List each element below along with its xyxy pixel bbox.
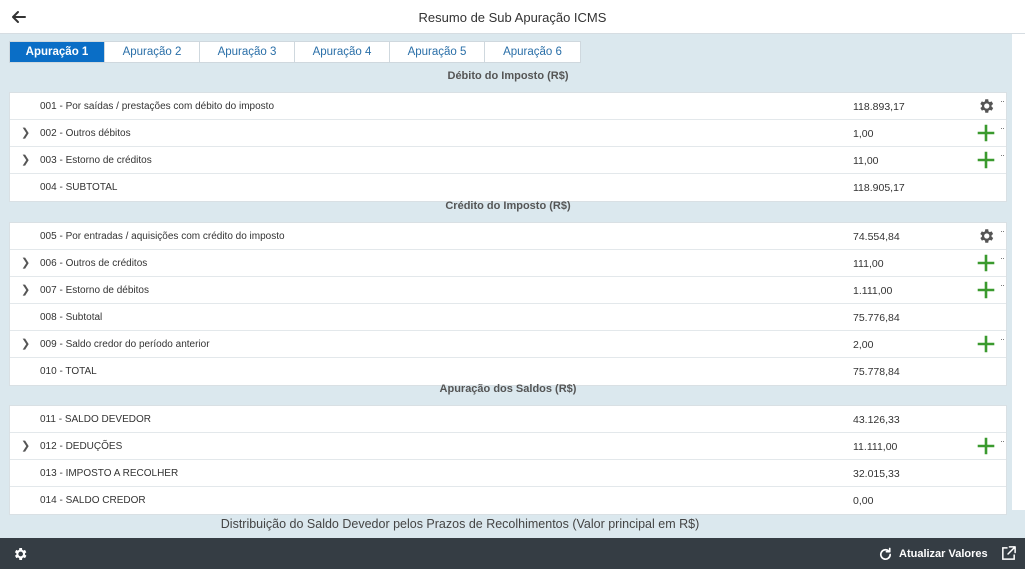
tab-apuracao-1[interactable]: Apuração 1 <box>10 42 105 62</box>
row-label: 013 - IMPOSTO A RECOLHER <box>40 468 179 479</box>
row-value: 118.905,17 <box>853 182 905 194</box>
refresh-label: Atualizar Valores <box>899 548 988 560</box>
row-value: 11,00 <box>853 155 879 167</box>
table-row: 005 - Por entradas / aquisições com créd… <box>10 223 1006 250</box>
more-options-icon[interactable]: ·· <box>1000 334 1005 344</box>
table-row[interactable]: ❯ 006 - Outros de créditos 111,00 ·· <box>10 250 1006 277</box>
table-row: 010 - TOTAL 75.778,84 <box>10 358 1006 385</box>
row-label: 010 - TOTAL <box>40 366 97 377</box>
row-value: 1,00 <box>853 128 874 140</box>
plus-icon[interactable] <box>977 151 995 169</box>
page-title: Resumo de Sub Apuração ICMS <box>418 10 607 25</box>
chevron-right-icon[interactable]: ❯ <box>21 256 30 269</box>
row-label: 005 - Por entradas / aquisições com créd… <box>40 231 285 242</box>
more-options-icon[interactable]: ·· <box>1000 150 1005 160</box>
tab-apuracao-3[interactable]: Apuração 3 <box>200 42 295 62</box>
section-title-debito: Débito do Imposto (R$) <box>447 70 569 82</box>
plus-icon[interactable] <box>977 437 995 455</box>
table-row[interactable]: ❯ 003 - Estorno de créditos 11,00 ·· <box>10 147 1006 174</box>
section-title-credito: Crédito do Imposto (R$) <box>445 200 571 212</box>
table-row[interactable]: ❯ 002 - Outros débitos 1,00 ·· <box>10 120 1006 147</box>
main-content: Apuração 1 Apuração 2 Apuração 3 Apuraçã… <box>0 34 1025 538</box>
tab-apuracao-6[interactable]: Apuração 6 <box>485 42 580 62</box>
row-value: 75.778,84 <box>853 366 900 378</box>
row-label: 012 - DEDUÇÕES <box>40 441 123 452</box>
chevron-right-icon[interactable]: ❯ <box>21 126 30 139</box>
tab-bar: Apuração 1 Apuração 2 Apuração 3 Apuraçã… <box>9 41 581 63</box>
plus-icon[interactable] <box>977 124 995 142</box>
plus-icon[interactable] <box>977 281 995 299</box>
panel-debito: 001 - Por saídas / prestações com débito… <box>9 92 1007 202</box>
row-label: 011 - SALDO DEVEDOR <box>40 414 151 425</box>
more-options-icon[interactable]: ·· <box>1000 436 1005 446</box>
row-value: 118.893,17 <box>853 101 905 113</box>
table-row[interactable]: ❯ 007 - Estorno de débitos 1.111,00 ·· <box>10 277 1006 304</box>
table-row: 011 - SALDO DEVEDOR 43.126,33 <box>10 406 1006 433</box>
row-value: 1.111,00 <box>853 285 893 297</box>
chevron-right-icon[interactable]: ❯ <box>21 153 30 166</box>
scrollbar-track[interactable] <box>1012 34 1025 510</box>
row-value: 2,00 <box>853 339 874 351</box>
table-row[interactable]: ❯ 009 - Saldo credor do período anterior 2… <box>10 331 1006 358</box>
row-label: 006 - Outros de créditos <box>40 258 148 269</box>
plus-icon[interactable] <box>977 254 995 272</box>
row-value: 32.015,33 <box>853 468 900 480</box>
plus-icon[interactable] <box>977 335 995 353</box>
table-row: 008 - Subtotal 75.776,84 <box>10 304 1006 331</box>
share-icon[interactable] <box>1000 545 1017 562</box>
row-value: 75.776,84 <box>853 312 900 324</box>
table-row[interactable]: ❯ 012 - DEDUÇÕES 11.111,00 ·· <box>10 433 1006 460</box>
row-label: 008 - Subtotal <box>40 312 103 323</box>
more-options-icon[interactable]: ·· <box>1000 123 1005 133</box>
panel-credito: 005 - Por entradas / aquisições com créd… <box>9 222 1007 386</box>
row-label: 009 - Saldo credor do período anterior <box>40 339 210 350</box>
gear-icon[interactable] <box>977 97 995 115</box>
refresh-icon <box>880 547 892 560</box>
tab-apuracao-5[interactable]: Apuração 5 <box>390 42 485 62</box>
gear-icon[interactable] <box>977 227 995 245</box>
chevron-right-icon[interactable]: ❯ <box>21 337 30 350</box>
chevron-right-icon[interactable]: ❯ <box>21 283 30 296</box>
row-label: 003 - Estorno de créditos <box>40 155 152 166</box>
page-header: Resumo de Sub Apuração ICMS <box>0 0 1025 34</box>
more-options-icon[interactable]: ·· <box>1000 280 1005 290</box>
row-value: 74.554,84 <box>853 231 900 243</box>
gear-icon[interactable] <box>12 546 28 562</box>
row-label: 002 - Outros débitos <box>40 128 131 139</box>
row-value: 11.111,00 <box>853 441 898 453</box>
more-options-icon[interactable]: ·· <box>1000 226 1005 236</box>
more-options-icon[interactable]: ·· <box>1000 96 1005 106</box>
row-label: 004 - SUBTOTAL <box>40 182 118 193</box>
row-label: 007 - Estorno de débitos <box>40 285 149 296</box>
row-value: 111,00 <box>853 258 884 270</box>
refresh-button[interactable]: Atualizar Valores <box>878 546 988 562</box>
row-value: 43.126,33 <box>853 414 900 426</box>
distribution-title: Distribuição do Saldo Devedor pelos Praz… <box>220 517 700 531</box>
table-row: 013 - IMPOSTO A RECOLHER 32.015,33 <box>10 460 1006 487</box>
footer-bar: Atualizar Valores <box>0 538 1025 569</box>
row-value: 0,00 <box>853 495 874 507</box>
tab-apuracao-2[interactable]: Apuração 2 <box>105 42 200 62</box>
table-row: 004 - SUBTOTAL 118.905,17 <box>10 174 1006 201</box>
chevron-right-icon[interactable]: ❯ <box>21 439 30 452</box>
tab-apuracao-4[interactable]: Apuração 4 <box>295 42 390 62</box>
section-title-saldos: Apuração dos Saldos (R$) <box>439 383 577 395</box>
table-row: 001 - Por saídas / prestações com débito… <box>10 93 1006 120</box>
table-row: 014 - SALDO CREDOR 0,00 <box>10 487 1006 514</box>
more-options-icon[interactable]: ·· <box>1000 253 1005 263</box>
row-label: 014 - SALDO CREDOR <box>40 495 146 506</box>
row-label: 001 - Por saídas / prestações com débito… <box>40 101 275 112</box>
panel-saldos: 011 - SALDO DEVEDOR 43.126,33 ❯ 012 - DEDUÇ… <box>9 405 1007 515</box>
